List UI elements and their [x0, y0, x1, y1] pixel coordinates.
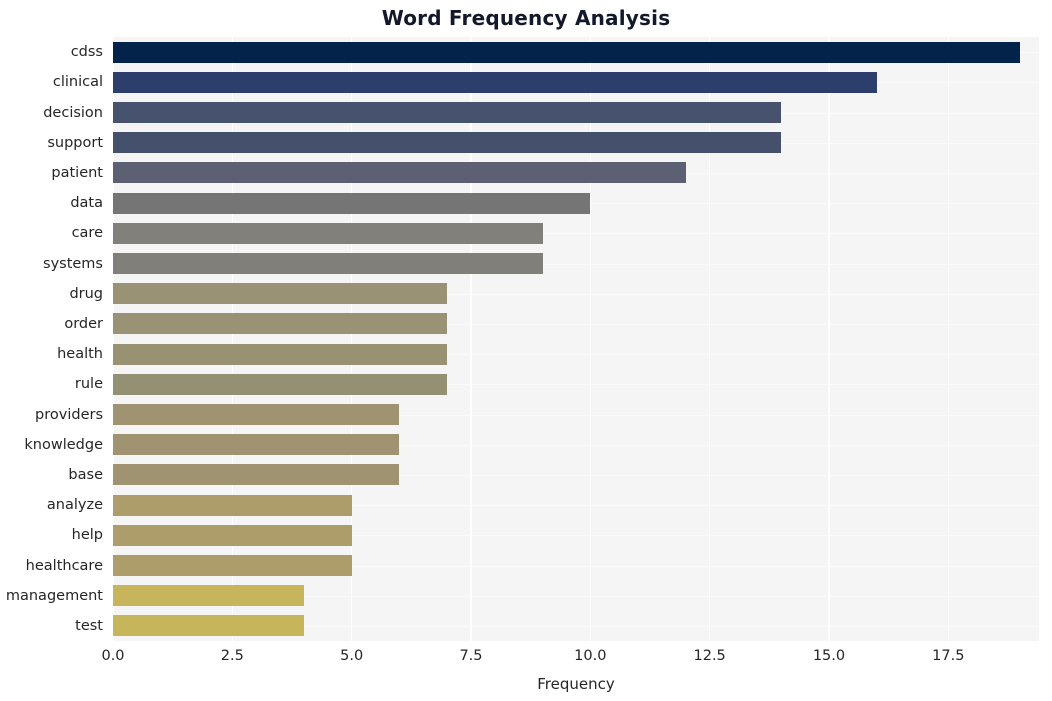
y-axis-tick-label: patient	[51, 164, 103, 181]
bar	[113, 434, 400, 456]
gridline-vertical	[231, 37, 234, 641]
bar	[113, 585, 304, 607]
x-axis-tick-label: 15.0	[812, 648, 846, 664]
gridline-vertical	[708, 37, 711, 641]
x-axis-tick-label: 0.0	[101, 648, 125, 664]
bar	[113, 41, 1020, 63]
bar	[113, 162, 686, 184]
y-axis-tick-label: analyze	[46, 497, 103, 514]
y-axis-tick-label: data	[70, 195, 103, 212]
bar	[113, 283, 448, 305]
x-axis-tick-label: 2.5	[220, 648, 244, 664]
gridline-vertical	[947, 37, 949, 641]
bar	[113, 313, 448, 335]
y-axis-tick-label: knowledge	[24, 436, 103, 453]
bar	[113, 343, 448, 365]
gridline-vertical	[470, 37, 472, 641]
bar	[113, 222, 543, 244]
bar	[113, 373, 448, 395]
x-axis-tick-label: 5.0	[340, 648, 364, 664]
bar	[113, 132, 782, 154]
x-axis-tick-label: 12.5	[693, 648, 726, 664]
y-axis-tick-label: providers	[35, 406, 103, 423]
x-axis-tick-label: 10.0	[574, 648, 607, 664]
gridline-vertical	[350, 37, 353, 641]
bar	[113, 524, 352, 546]
plot-area	[113, 37, 1039, 641]
y-axis-tick-label: rule	[74, 376, 103, 393]
y-axis-tick-label: care	[71, 225, 103, 242]
gridline-vertical	[828, 37, 830, 641]
x-axis-label: Frequency	[537, 675, 615, 693]
bar	[113, 555, 352, 576]
y-axis-tick-label: systems	[43, 255, 103, 272]
y-axis: cdss clinical decision support patient data ca…	[0, 37, 103, 641]
y-axis-tick-label: drug	[69, 285, 103, 302]
x-axis-tick-label: 17.5	[932, 648, 965, 664]
y-axis-tick-label: decision	[43, 104, 103, 121]
x-axis: Frequency 0.0 2.5 5.0 7.5 10.0 12.5 15.0 17.5	[101, 641, 1039, 701]
y-axis-tick-label: test	[75, 617, 103, 634]
y-axis-tick-label: healthcare	[25, 557, 103, 574]
bar	[113, 253, 543, 274]
bar	[113, 464, 400, 486]
y-axis-tick-label: health	[57, 346, 103, 363]
y-axis-tick-label: help	[71, 527, 103, 544]
page-title: Word Frequency Analysis	[381, 6, 671, 30]
chart-figure: Word Frequency Analysis cdss clinical deci…	[0, 0, 1052, 701]
bar	[113, 192, 591, 214]
bar	[113, 102, 782, 123]
y-axis-tick-label: cdss	[70, 44, 103, 61]
y-axis-tick-label: support	[47, 134, 103, 151]
y-axis-tick-label: management	[5, 587, 103, 604]
y-axis-tick-label: clinical	[52, 74, 103, 91]
bar	[113, 494, 352, 516]
gridline-vertical	[113, 37, 114, 641]
gridline-vertical	[589, 37, 591, 641]
bar	[113, 615, 304, 637]
bar	[113, 404, 400, 425]
y-axis-tick-label: order	[64, 315, 103, 332]
bar	[113, 71, 877, 93]
x-axis-tick-label: 7.5	[459, 648, 483, 664]
y-axis-tick-label: base	[68, 466, 103, 483]
